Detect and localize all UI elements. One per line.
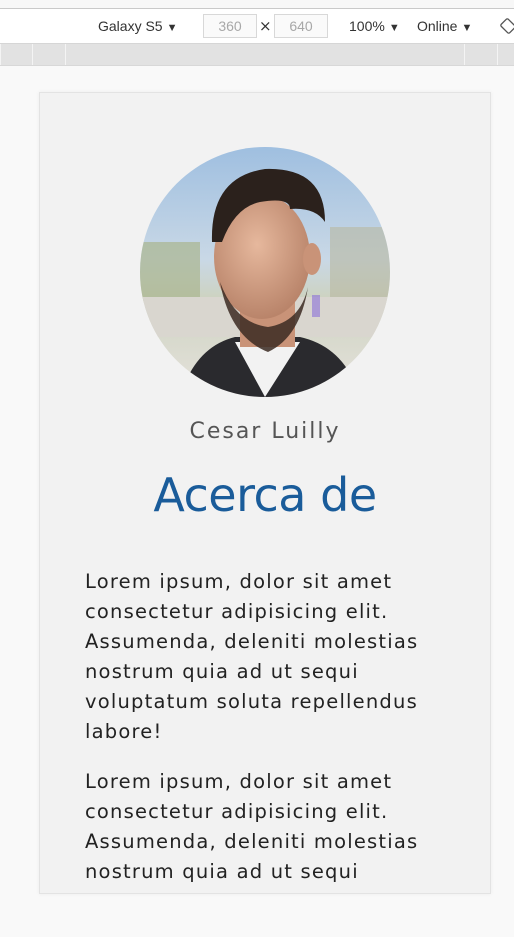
about-paragraph: Lorem ipsum, dolor sit amet consectetur … — [85, 570, 419, 743]
dimension-separator: × — [259, 17, 272, 35]
width-input[interactable]: 360 — [203, 14, 257, 38]
height-input[interactable]: 640 — [274, 14, 328, 38]
profile-name: Cesar Luilly — [189, 419, 341, 444]
ruler-segment[interactable] — [464, 44, 466, 65]
ruler-segment[interactable] — [65, 44, 67, 65]
device-viewport: Cesar Luilly Acerca de Lorem ipsum, dolo… — [0, 66, 514, 937]
network-throttle-select[interactable]: Online ▼ — [417, 9, 472, 43]
ruler-segment[interactable] — [0, 44, 3, 65]
zoom-select-label: 100% — [349, 18, 385, 34]
chevron-down-icon: ▼ — [166, 22, 178, 34]
media-query-ruler — [0, 44, 514, 66]
profile-card: Cesar Luilly Acerca de Lorem ipsum, dolo… — [39, 92, 491, 894]
device-select[interactable]: Galaxy S5 ▼ — [98, 9, 177, 43]
rotate-device-icon[interactable] — [500, 18, 514, 34]
ruler-segment[interactable] — [32, 44, 34, 65]
about-heading: Acerca de — [153, 468, 377, 522]
chevron-down-icon: ▼ — [461, 22, 473, 34]
device-select-label: Galaxy S5 — [98, 18, 163, 34]
about-paragraph: Lorem ipsum, dolor sit amet consectetur … — [85, 770, 419, 883]
device-toolbar: Galaxy S5 ▼ 360 × 640 100% ▼ Online ▼ — [0, 8, 514, 44]
chevron-down-icon: ▼ — [388, 22, 400, 34]
ruler-segment[interactable] — [497, 44, 499, 65]
zoom-select[interactable]: 100% ▼ — [349, 9, 400, 43]
avatar — [140, 147, 390, 397]
network-select-label: Online — [417, 18, 458, 34]
